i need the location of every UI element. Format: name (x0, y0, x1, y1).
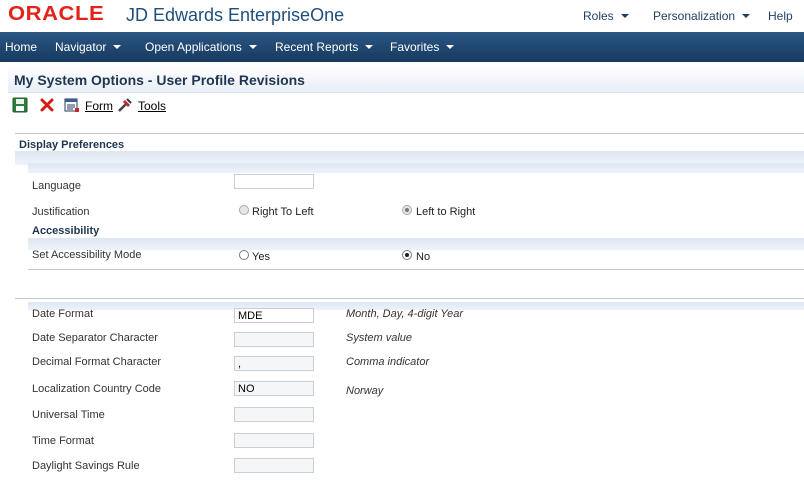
date-separator-field[interactable] (234, 332, 314, 347)
personalization-menu[interactable]: Personalization (653, 9, 751, 23)
tools-icon (118, 98, 132, 112)
chevron-down-icon (248, 44, 257, 49)
product-name: JD Edwards EnterpriseOne (126, 5, 345, 25)
close-icon[interactable] (39, 97, 55, 113)
time-format-label: Time Format (32, 435, 94, 447)
nav-recent-reports-label: Recent Reports (275, 40, 359, 54)
country-code-description: Norway (346, 385, 384, 397)
tools-menu-label: Tools (138, 99, 167, 113)
nav-recent-reports[interactable]: Recent Reports (275, 40, 374, 54)
nav-open-applications[interactable]: Open Applications (145, 40, 257, 54)
divider (15, 298, 804, 299)
nav-open-applications-label: Open Applications (145, 40, 242, 54)
form-menu[interactable]: Form (85, 99, 113, 113)
country-code-label: Localization Country Code (32, 383, 162, 395)
justification-right-to-left-radio[interactable] (239, 205, 249, 215)
section-band (28, 163, 804, 173)
time-format-field[interactable] (234, 433, 314, 448)
top-header: ORACLE JD Edwards EnterpriseOne Roles Pe… (0, 0, 804, 32)
justification-label: Justification (32, 206, 90, 218)
accessibility-heading: Accessibility (32, 225, 100, 237)
form-toolbar: Form Tools (8, 94, 804, 118)
form-icon (64, 98, 79, 112)
accessibility-yes-radio[interactable] (239, 250, 249, 260)
nav-navigator-label: Navigator (55, 40, 107, 54)
chevron-down-icon (620, 13, 629, 18)
form-menu-label: Form (85, 99, 113, 113)
personalization-menu-label: Personalization (653, 9, 736, 23)
justification-left-to-right-label: Left to Right (416, 206, 476, 218)
justification-right-to-left-label: Right To Left (252, 206, 314, 218)
daylight-savings-label: Daylight Savings Rule (32, 460, 140, 472)
oracle-logo: ORACLE (8, 3, 105, 25)
decimal-format-description: Comma indicator (346, 356, 430, 368)
chevron-down-icon (113, 44, 122, 49)
display-preferences-heading: Display Preferences (19, 139, 125, 151)
decimal-format-field[interactable] (234, 356, 314, 371)
date-format-field[interactable] (234, 308, 314, 323)
country-code-field[interactable] (234, 381, 314, 396)
nav-home[interactable]: Home (5, 40, 37, 54)
decimal-format-label: Decimal Format Character (32, 356, 161, 368)
divider (28, 269, 804, 270)
save-icon[interactable] (12, 97, 28, 113)
accessibility-yes-label: Yes (252, 251, 270, 263)
language-field[interactable] (234, 174, 314, 189)
chevron-down-icon (446, 44, 455, 49)
language-label: Language (32, 180, 81, 192)
chevron-down-icon (742, 13, 751, 18)
section-band (28, 238, 804, 250)
daylight-savings-field[interactable] (234, 458, 314, 473)
justification-left-to-right-radio[interactable] (402, 205, 412, 215)
universal-time-field[interactable] (234, 407, 314, 422)
divider (15, 133, 804, 134)
date-separator-description: System value (346, 332, 413, 344)
tools-menu[interactable]: Tools (138, 99, 166, 113)
date-format-description: Month, Day, 4-digit Year (346, 308, 463, 320)
roles-menu[interactable]: Roles (583, 9, 629, 23)
page-title: My System Options - User Profile Revisio… (14, 72, 305, 88)
nav-favorites[interactable]: Favorites (390, 40, 455, 54)
title-bar: My System Options - User Profile Revisio… (8, 66, 804, 93)
accessibility-no-label: No (416, 251, 431, 263)
nav-favorites-label: Favorites (390, 40, 440, 54)
universal-time-label: Universal Time (32, 409, 105, 421)
chevron-down-icon (365, 44, 374, 49)
main-navbar: Home Navigator Open Applications Recent … (0, 32, 804, 62)
help-menu[interactable]: Help (768, 9, 793, 23)
date-separator-label: Date Separator Character (32, 332, 158, 344)
nav-navigator[interactable]: Navigator (55, 40, 122, 54)
accessibility-no-radio[interactable] (402, 250, 412, 260)
date-format-label: Date Format (32, 308, 94, 320)
accessibility-mode-label: Set Accessibility Mode (32, 249, 142, 261)
roles-menu-label: Roles (583, 9, 614, 23)
